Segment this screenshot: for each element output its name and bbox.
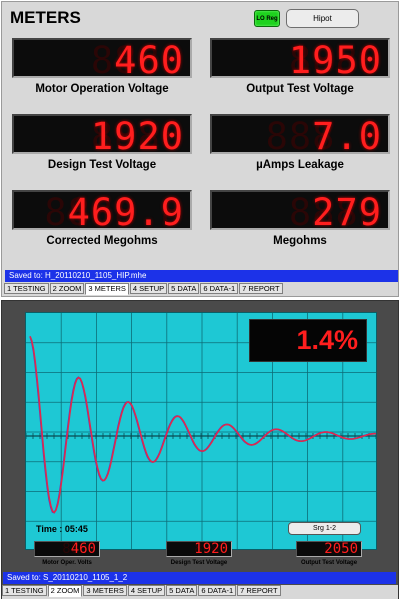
led-display: 8888.8 469.9 (12, 190, 192, 230)
meter-label: Output Test Voltage (246, 83, 354, 95)
meter-uamps-leakage: 888.8 7.0 µAmps Leakage (210, 114, 390, 171)
meter-label: Corrected Megohms (46, 235, 158, 247)
waveform-trace-blue (29, 336, 376, 514)
tab-bar-top: 1 TESTING 2 ZOOM 3 METERS 4 SETUP 5 DATA 6 DA… (4, 283, 284, 295)
meter-value: 279 (312, 191, 382, 230)
meter-megohms: 8888 279 Megohms (210, 190, 390, 247)
meter-value: 460 (70, 541, 96, 557)
tab-3-meters[interactable]: 3 METERS (85, 283, 129, 295)
tab-3-meters[interactable]: 3 METERS (83, 585, 127, 596)
lo-reg-indicator[interactable]: LO Reg (254, 10, 280, 27)
meter-label: Motor Oper. Volts (42, 560, 92, 566)
srg-selector-button[interactable]: Srg 1-2 (288, 522, 361, 535)
tab-bar-bottom: 1 TESTING 2 ZOOM 3 METERS 4 SETUP 5 DATA 6 DA… (2, 585, 282, 597)
mini-meter-design-test-voltage: 8888 1920 Design Test Voltage (166, 541, 232, 566)
tab-6-data-1[interactable]: 6 DATA-1 (200, 283, 239, 294)
meter-motor-operation-voltage: 8888 460 Motor Operation Voltage (12, 38, 192, 95)
led-display: 8888 460 (34, 541, 100, 557)
hipot-button[interactable]: Hipot (286, 9, 359, 28)
tab-6-data-1[interactable]: 6 DATA-1 (198, 585, 237, 596)
meter-value: 469.9 (67, 191, 184, 230)
meter-design-test-voltage: 8888 1920 Design Test Voltage (12, 114, 192, 171)
tab-5-data[interactable]: 5 DATA (166, 585, 198, 596)
meter-output-test-voltage: 8888 1950 Output Test Voltage (210, 38, 390, 95)
tab-4-setup[interactable]: 4 SETUP (127, 585, 166, 596)
led-display: 8888 1920 (12, 114, 192, 154)
meter-value: 460 (114, 39, 184, 78)
led-display: 8888 460 (12, 38, 192, 78)
tab-1-testing[interactable]: 1 TESTING (4, 283, 49, 294)
status-bar: Saved to: S_20110210_1105_1_2 (3, 572, 396, 584)
difference-percent-display: 1.4% (249, 319, 367, 362)
led-display: 888.8 7.0 (210, 114, 390, 154)
meter-value: 1920 (194, 541, 228, 557)
meter-label: µAmps Leakage (256, 159, 344, 171)
tab-2-zoom[interactable]: 2 ZOOM (49, 283, 85, 294)
tab-7-report[interactable]: 7 REPORT (239, 283, 283, 294)
mini-meter-output-test-voltage: 8888 2050 Output Test Voltage (296, 541, 362, 566)
meter-label: Design Test Voltage (47, 159, 157, 171)
led-display: 8888 1920 (166, 541, 232, 557)
meter-label: Megohms (273, 235, 327, 247)
meter-corrected-megohms: 8888.8 469.9 Corrected Megohms (12, 190, 192, 247)
tab-7-report[interactable]: 7 REPORT (237, 585, 281, 596)
waveform-trace-red (29, 335, 376, 514)
led-display: 8888 279 (210, 190, 390, 230)
tab-5-data[interactable]: 5 DATA (168, 283, 200, 294)
led-display: 8888 2050 (296, 541, 362, 557)
meter-value: 1950 (288, 39, 382, 78)
tab-2-zoom[interactable]: 2 ZOOM (47, 585, 83, 597)
led-display: 8888 1950 (210, 38, 390, 78)
status-bar: Saved to: H_20110210_1105_HIP.mhe (5, 270, 398, 282)
tab-1-testing[interactable]: 1 TESTING (2, 585, 47, 596)
mini-meter-motor-oper-volts: 8888 460 Motor Oper. Volts (34, 541, 100, 566)
meter-value: 1920 (90, 115, 184, 154)
meter-value: 7.0 (312, 115, 382, 154)
meters-panel: METERS LO Reg Hipot 8888 460 Motor Opera… (1, 1, 399, 297)
meter-label: Output Test Voltage (300, 560, 358, 566)
page-title: METERS (10, 8, 81, 27)
tab-4-setup[interactable]: 4 SETUP (129, 283, 168, 294)
meter-value: 2050 (324, 541, 358, 557)
time-label: Time : 05:45 (36, 524, 88, 534)
meter-label: Design Test Voltage (170, 560, 228, 566)
meter-label: Motor Operation Voltage (35, 83, 169, 95)
